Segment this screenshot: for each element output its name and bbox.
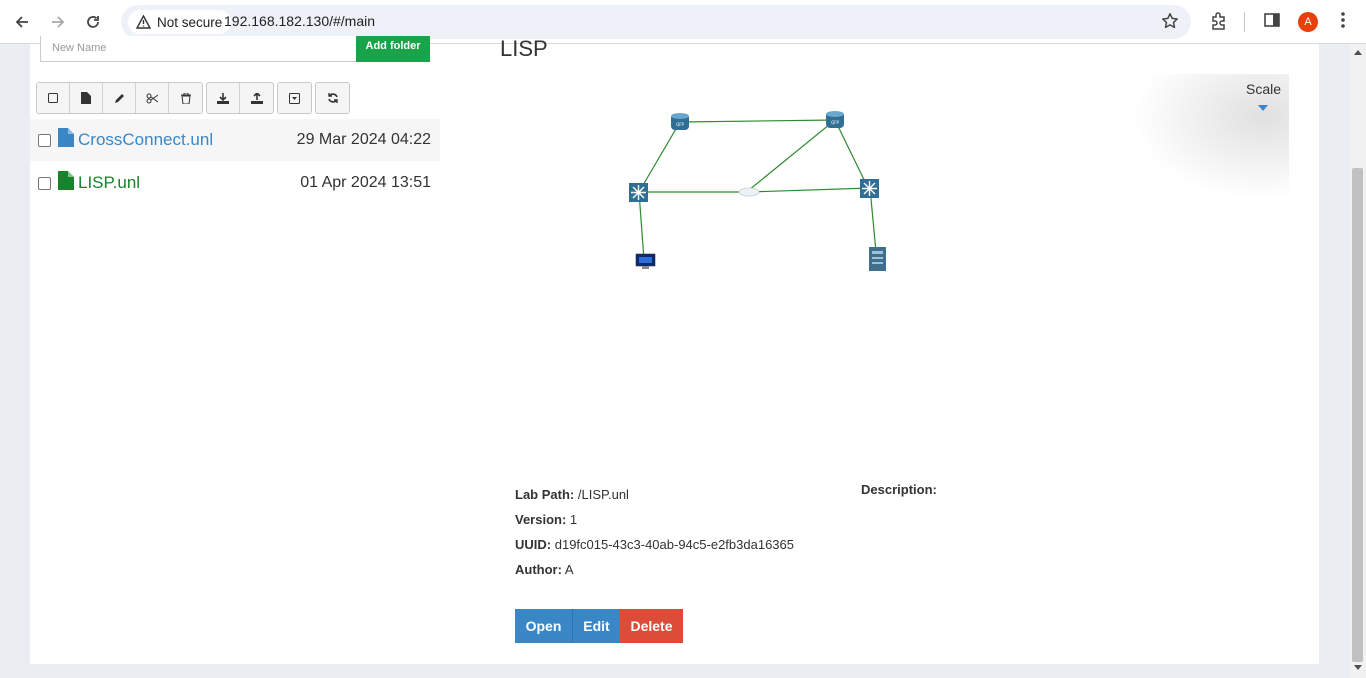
lab-author-row: Author: A bbox=[515, 562, 574, 577]
import-icon[interactable] bbox=[207, 83, 240, 113]
server-icon[interactable] bbox=[869, 247, 886, 271]
file-row[interactable]: LISP.unl 01 Apr 2024 13:51 bbox=[30, 162, 440, 204]
bookmark-star-icon[interactable] bbox=[1161, 12, 1179, 35]
lab-path-label: Lab Path: bbox=[515, 487, 575, 502]
lab-uuid-value: d19fc015-43c3-40ab-94c5-e2fb3da16365 bbox=[554, 537, 794, 552]
add-folder-button[interactable]: Add folder bbox=[356, 36, 430, 62]
lab-path-row: Lab Path: /LISP.unl bbox=[515, 487, 629, 502]
lab-author-value: A bbox=[564, 562, 574, 577]
file-name-link[interactable]: CrossConnect.unl bbox=[78, 130, 213, 150]
file-icon bbox=[58, 171, 74, 195]
reload-icon[interactable] bbox=[81, 10, 105, 34]
lab-version-value: 1 bbox=[569, 512, 578, 527]
forward-icon[interactable] bbox=[46, 10, 70, 34]
lab-uuid-label: UUID: bbox=[515, 537, 552, 552]
cloud-network-icon[interactable] bbox=[738, 187, 760, 197]
warning-icon bbox=[136, 15, 151, 29]
toolbar-separator bbox=[1244, 12, 1245, 32]
toolbar-group-transfer bbox=[206, 82, 274, 114]
svg-text:QFP: QFP bbox=[676, 122, 684, 127]
topology-preview: QFP QFP bbox=[629, 111, 886, 271]
file-row[interactable]: CrossConnect.unl 29 Mar 2024 04:22 bbox=[30, 119, 440, 161]
lab-uuid-row: UUID: d19fc015-43c3-40ab-94c5-e2fb3da163… bbox=[515, 537, 794, 552]
lab-version-row: Version: 1 bbox=[515, 512, 577, 527]
svg-text:QFP: QFP bbox=[831, 120, 839, 125]
rename-icon[interactable] bbox=[103, 83, 136, 113]
lab-description-row: Description: bbox=[861, 482, 937, 497]
security-label: Not secure bbox=[157, 14, 223, 30]
side-panel-icon[interactable] bbox=[1263, 11, 1281, 34]
extensions-icon[interactable] bbox=[1209, 11, 1229, 36]
export-icon[interactable] bbox=[240, 83, 273, 113]
lab-author-label: Author: bbox=[515, 562, 562, 577]
url-text[interactable]: 192.168.182.130/#/main bbox=[224, 13, 375, 29]
page-scrollbar[interactable] bbox=[1350, 44, 1366, 678]
lab-path-value: /LISP.unl bbox=[577, 487, 629, 502]
edit-lab-button[interactable]: Edit bbox=[572, 609, 620, 643]
lab-description-label: Description: bbox=[861, 482, 937, 497]
pc-icon[interactable] bbox=[635, 253, 656, 269]
scroll-thumb[interactable] bbox=[1352, 168, 1363, 662]
file-checkbox[interactable] bbox=[38, 176, 51, 190]
file-date: 01 Apr 2024 13:51 bbox=[300, 174, 431, 191]
main-panel: New Name Add folder CrossConnect.unl 29 … bbox=[30, 36, 1319, 664]
file-date: 29 Mar 2024 04:22 bbox=[296, 131, 431, 148]
lab-version-label: Version: bbox=[515, 512, 567, 527]
new-file-icon[interactable] bbox=[70, 83, 103, 113]
file-name-link[interactable]: LISP.unl bbox=[78, 173, 140, 193]
profile-avatar[interactable]: A bbox=[1298, 12, 1318, 32]
delete-icon[interactable] bbox=[169, 83, 202, 113]
toolbar-group-move bbox=[277, 82, 312, 114]
menu-kebab-icon[interactable] bbox=[1340, 11, 1346, 34]
router-icon[interactable]: QFP bbox=[671, 113, 689, 130]
switch-icon[interactable] bbox=[860, 179, 879, 198]
open-lab-button[interactable]: Open bbox=[515, 609, 572, 643]
back-icon[interactable] bbox=[10, 10, 34, 34]
security-chip[interactable]: Not secure bbox=[128, 10, 232, 34]
toolbar-group-refresh bbox=[315, 82, 350, 114]
delete-lab-button[interactable]: Delete bbox=[620, 609, 683, 643]
new-folder-name-input[interactable]: New Name bbox=[40, 36, 358, 62]
address-bar[interactable]: Not secure 192.168.182.130/#/main bbox=[121, 5, 1191, 39]
switch-icon[interactable] bbox=[629, 183, 648, 202]
scroll-up-icon[interactable] bbox=[1354, 50, 1362, 55]
cut-icon[interactable] bbox=[136, 83, 169, 113]
file-toolbar bbox=[36, 82, 353, 114]
router-icon[interactable]: QFP bbox=[826, 111, 844, 128]
file-checkbox[interactable] bbox=[38, 133, 51, 147]
scroll-down-icon[interactable] bbox=[1354, 665, 1362, 670]
move-icon[interactable] bbox=[278, 83, 311, 113]
file-icon bbox=[58, 128, 74, 152]
refresh-icon[interactable] bbox=[316, 83, 349, 113]
select-all-icon[interactable] bbox=[37, 83, 70, 113]
lab-title: LISP bbox=[500, 36, 548, 61]
toolbar-group-edit bbox=[36, 82, 203, 114]
